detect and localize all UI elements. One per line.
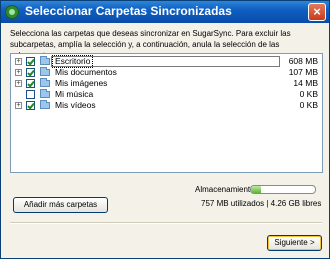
title-bar[interactable]: Seleccionar Carpetas Sincronizadas × [1, 1, 329, 23]
next-button[interactable]: Siguiente > [267, 235, 322, 251]
folder-icon [40, 56, 50, 65]
folder-size: 0 KB [299, 100, 318, 110]
storage-bar [250, 185, 316, 194]
storage-label: Almacenamiento: [195, 185, 257, 194]
storage-bar-fill [251, 186, 261, 193]
folder-name: Mis documentos [55, 67, 117, 77]
folder-row[interactable]: Mi música 0 KB [11, 89, 322, 100]
folder-row[interactable]: + Mis vídeos 0 KB [11, 100, 322, 111]
sugarsync-logo-icon [5, 5, 19, 19]
folder-checkbox[interactable] [26, 68, 35, 77]
expand-icon[interactable]: + [15, 80, 22, 87]
folder-icon [40, 89, 50, 98]
folder-row[interactable]: + Mis documentos 107 MB [11, 67, 322, 78]
folder-checkbox[interactable] [26, 101, 35, 110]
folder-size: 107 MB [288, 67, 318, 77]
folder-size: 608 MB [288, 56, 318, 66]
add-folders-button[interactable]: Añadir más carpetas [13, 197, 108, 213]
expand-icon[interactable]: + [15, 102, 22, 109]
folder-size: 14 MB [293, 78, 318, 88]
storage-usage-text: 757 MB utilizados | 4.26 GB libres [201, 199, 322, 208]
folder-icon [40, 100, 50, 109]
folder-icon [40, 67, 50, 76]
folder-name: Mi música [55, 89, 94, 99]
folder-size: 0 KB [299, 89, 318, 99]
folder-name: Escritorio [51, 55, 94, 68]
expand-icon[interactable]: + [15, 69, 22, 76]
folder-icon [40, 78, 50, 87]
divider [10, 222, 322, 224]
dialog-window: Seleccionar Carpetas Sincronizadas × Sel… [0, 0, 330, 259]
folder-checkbox[interactable] [26, 79, 35, 88]
folder-checkbox[interactable] [26, 57, 35, 66]
expand-icon[interactable]: + [15, 58, 22, 65]
folder-row[interactable]: + Mis imágenes 14 MB [11, 78, 322, 89]
folder-checkbox[interactable] [26, 90, 35, 99]
folder-row[interactable]: + Escritorio 608 MB [11, 55, 322, 68]
close-button[interactable]: × [308, 3, 326, 21]
folder-name: Mis vídeos [55, 100, 96, 110]
window-title: Seleccionar Carpetas Sincronizadas [25, 4, 232, 18]
folder-name: Mis imágenes [55, 78, 108, 88]
folder-tree[interactable]: + Escritorio 608 MB + Mis documentos 107… [10, 53, 323, 173]
